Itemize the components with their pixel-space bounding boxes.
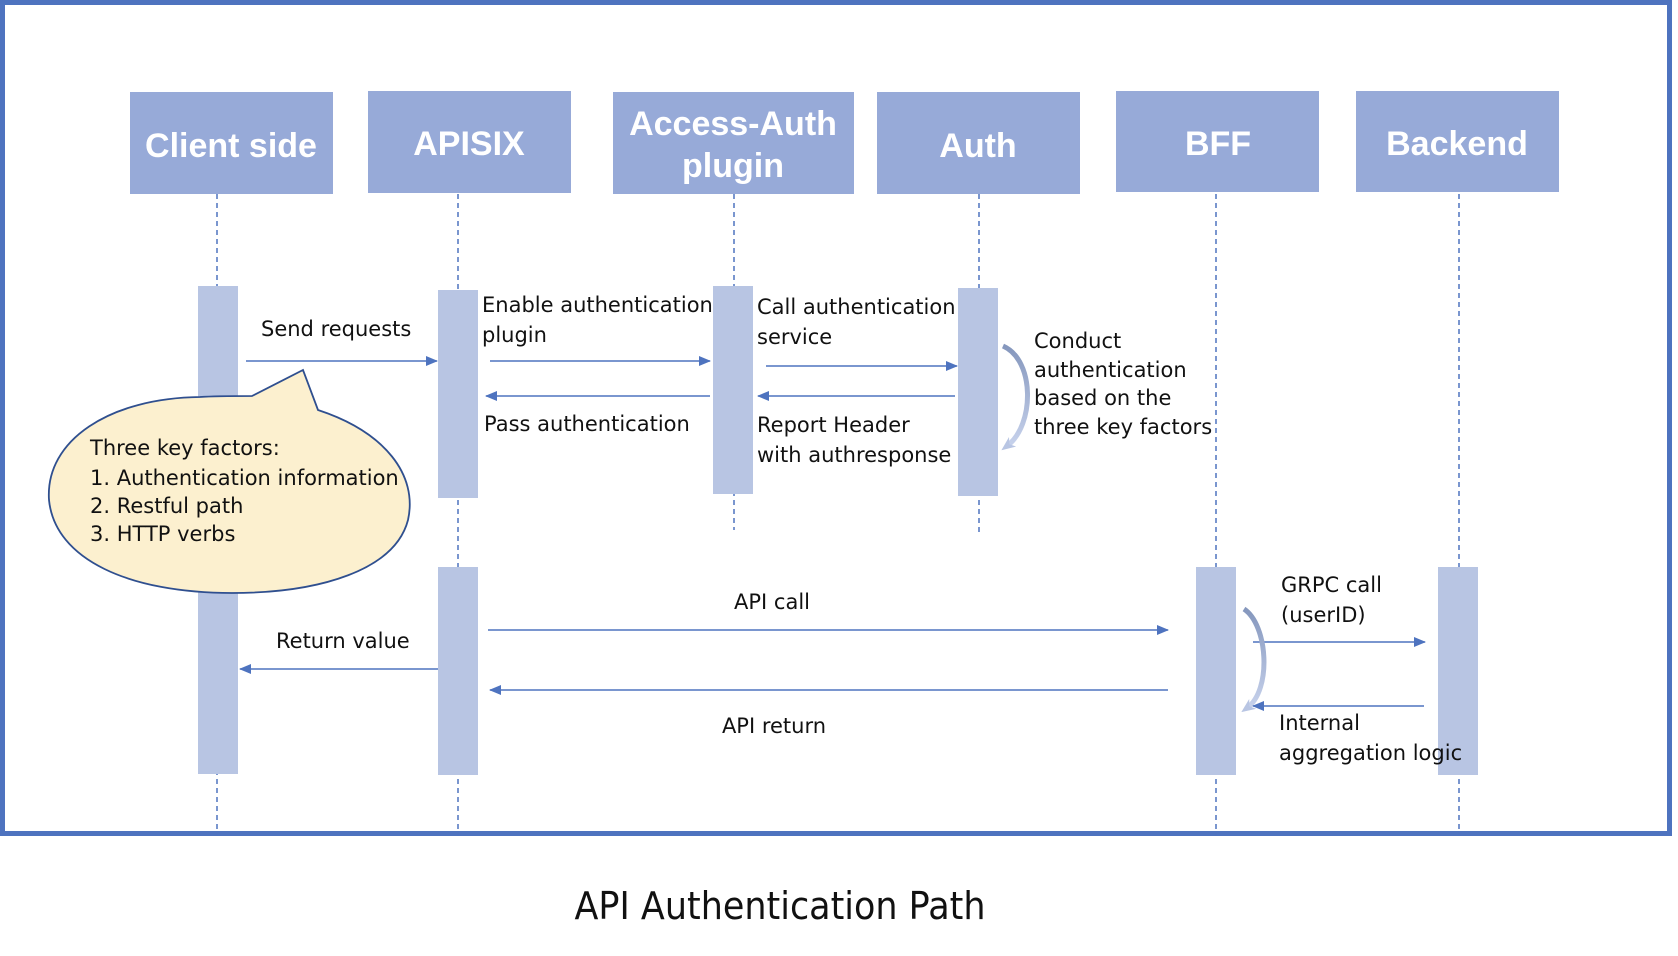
activation-plugin <box>713 286 753 494</box>
note-line: 3. HTTP verbs <box>90 522 235 546</box>
participant-label: Client side <box>145 127 317 165</box>
participant-label: Backend <box>1386 125 1528 163</box>
participant-apisix[interactable]: APISIX <box>368 91 571 193</box>
participant-access-auth-plugin[interactable]: Access-Auth plugin <box>613 92 854 194</box>
sequence-diagram: Client side APISIX Access-Auth plugin Au… <box>48 91 1559 836</box>
participant-label: Auth <box>939 127 1016 165</box>
participant-auth[interactable]: Auth <box>877 92 1080 194</box>
label-internal-aggregation: aggregation logic <box>1279 741 1462 765</box>
label-call-auth-service: service <box>757 325 832 349</box>
activation-auth <box>958 288 998 496</box>
participant-label: APISIX <box>413 125 525 163</box>
self-arrow-auth <box>1001 343 1030 451</box>
self-arrow-bff <box>1241 606 1267 713</box>
activation-apisix-2 <box>438 567 478 775</box>
key-factors-callout: Three key factors: 1. Authentication inf… <box>48 368 411 594</box>
participant-label: BFF <box>1185 125 1251 163</box>
label-enable-plugin: Enable authentication <box>482 293 713 317</box>
label-internal-aggregation: Internal <box>1279 711 1360 735</box>
participant-bff[interactable]: BFF <box>1116 91 1319 192</box>
participant-label: plugin <box>682 147 784 185</box>
label-conduct-authentication: Conduct <box>1034 329 1121 353</box>
label-conduct-authentication: authentication <box>1034 358 1187 382</box>
note-line: 2. Restful path <box>90 494 243 518</box>
label-grpc-call: GRPC call <box>1281 573 1382 597</box>
participant-headers: Client side APISIX Access-Auth plugin Au… <box>130 91 1559 194</box>
label-report-header: with authresponse <box>757 443 951 467</box>
participant-client[interactable]: Client side <box>130 92 333 194</box>
label-call-auth-service: Call authentication <box>757 295 956 319</box>
label-pass-authentication: Pass authentication <box>484 412 690 436</box>
label-conduct-authentication: based on the <box>1034 386 1171 410</box>
activation-apisix-1 <box>438 290 478 498</box>
note-line: Three key factors: <box>89 436 280 460</box>
label-conduct-authentication: three key factors <box>1034 415 1212 439</box>
label-return-value: Return value <box>276 629 410 653</box>
participant-backend[interactable]: Backend <box>1356 91 1559 192</box>
diagram-caption: API Authentication Path <box>574 884 986 928</box>
label-report-header: Report Header <box>757 413 910 437</box>
activation-bff <box>1196 567 1236 775</box>
label-send-requests: Send requests <box>261 317 411 341</box>
label-api-call: API call <box>734 590 810 614</box>
label-api-return: API return <box>722 714 826 738</box>
participant-label: Access-Auth <box>629 105 837 143</box>
messages: Send requests Enable authentication plug… <box>239 293 1462 765</box>
label-enable-plugin: plugin <box>482 323 547 347</box>
label-grpc-call: (userID) <box>1281 603 1366 627</box>
note-line: 1. Authentication information <box>90 466 399 490</box>
